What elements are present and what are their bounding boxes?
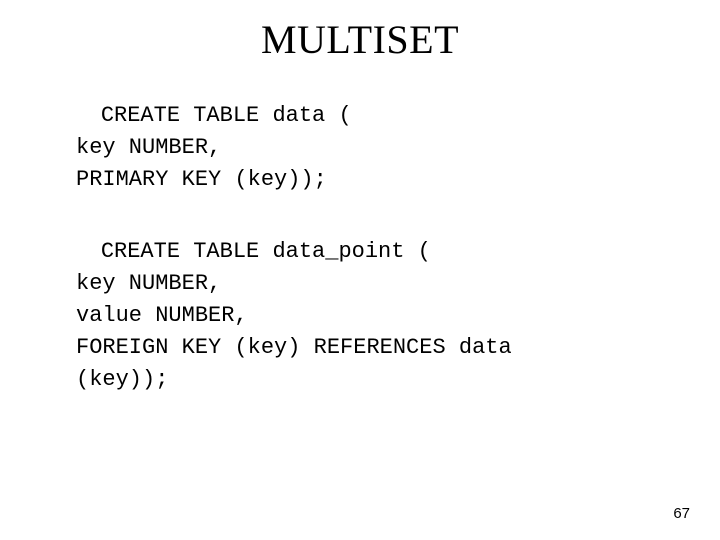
page-number: 67 <box>673 505 690 522</box>
code-line: PRIMARY KEY (key)); <box>48 164 352 196</box>
code-line: FOREIGN KEY (key) REFERENCES data <box>48 332 512 364</box>
code-line: CREATE TABLE data_point ( <box>101 239 431 264</box>
slide: MULTISET CREATE TABLE data ( key NUMBER,… <box>0 0 720 540</box>
slide-title: MULTISET <box>0 16 720 63</box>
code-block-1: CREATE TABLE data ( key NUMBER,PRIMARY K… <box>48 68 352 196</box>
code-line: (key)); <box>48 364 512 396</box>
code-line: key NUMBER, <box>48 132 352 164</box>
code-block-2: CREATE TABLE data_point ( key NUMBER,val… <box>48 204 512 396</box>
code-line: CREATE TABLE data ( <box>101 103 352 128</box>
code-line: key NUMBER, <box>48 268 512 300</box>
code-line: value NUMBER, <box>48 300 512 332</box>
